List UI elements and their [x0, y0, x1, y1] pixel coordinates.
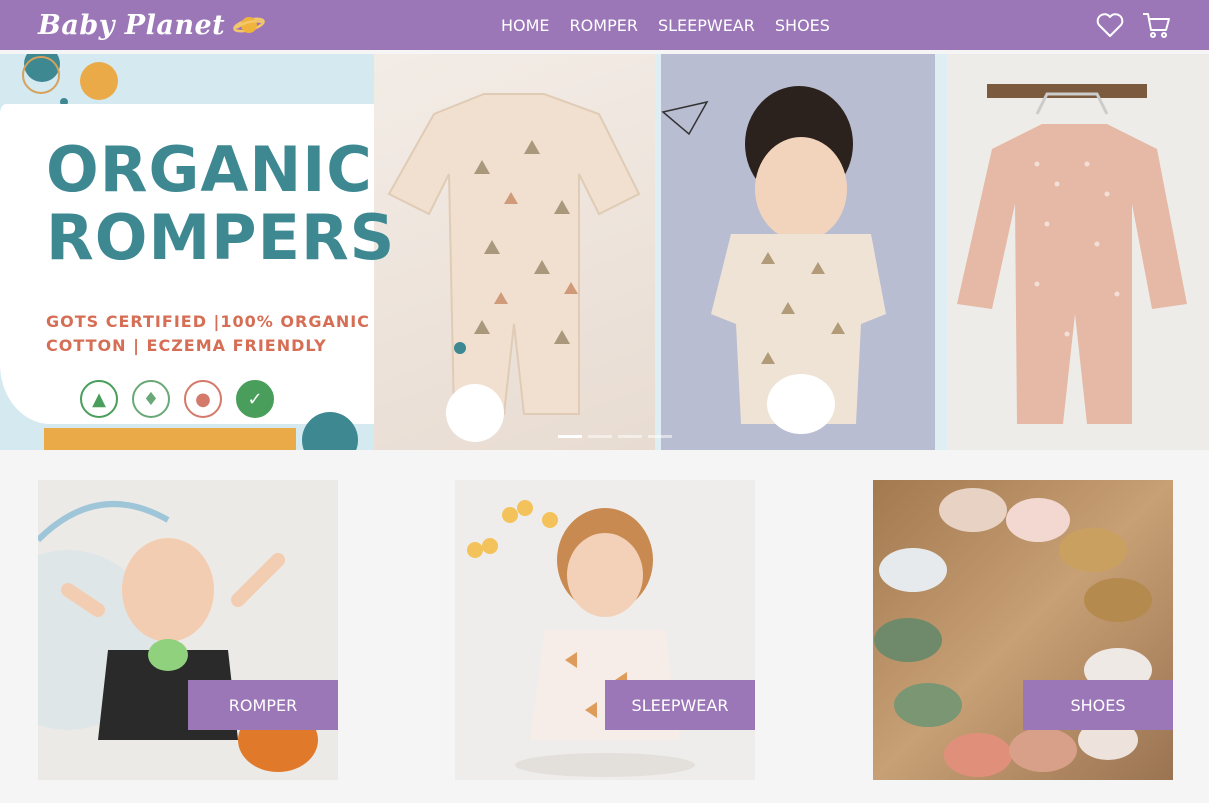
slider-indicators [558, 435, 678, 438]
paper-plane-icon [661, 100, 709, 136]
decor-ring [22, 56, 60, 94]
logo-text: Baby Planet [38, 9, 226, 41]
hero-headline: ORGANIC ROMPERS [46, 133, 396, 275]
baby-badge-icon: ● [184, 380, 222, 418]
sleepwear-category-photo [467, 500, 695, 777]
top-navbar: Baby Planet HOME ROMPER SLEEPWEAR SHOES [0, 0, 1209, 50]
decor-dot [454, 342, 466, 354]
logo[interactable]: Baby Planet [38, 6, 265, 44]
category-label-shoes[interactable]: SHOES [1023, 680, 1173, 730]
category-card-shoes[interactable]: SHOES [873, 480, 1173, 780]
slider-indicator-1[interactable] [558, 435, 582, 438]
decor-dot [80, 62, 118, 100]
slider-indicator-4[interactable] [648, 435, 672, 438]
hero-subline-line2: COTTON | ECZEMA FRIENDLY [46, 336, 327, 355]
main-menu: HOME ROMPER SLEEPWEAR SHOES [491, 0, 840, 50]
menu-sleepwear[interactable]: SLEEPWEAR [658, 16, 755, 35]
tree-badge-icon: ♦ [132, 380, 170, 418]
hero-subline-line1: GOTS CERTIFIED |100% ORGANIC [46, 312, 370, 331]
decor-dot [446, 384, 504, 442]
slider-indicator-2[interactable] [588, 435, 612, 438]
hero-subline: GOTS CERTIFIED |100% ORGANIC COTTON | EC… [46, 310, 406, 358]
hero-slider[interactable]: ORGANIC ROMPERS GOTS CERTIFIED |100% ORG… [0, 54, 1209, 450]
hero-slide-organic-rompers: ORGANIC ROMPERS GOTS CERTIFIED |100% ORG… [0, 54, 655, 450]
hero-slide-baby-romper [661, 54, 935, 450]
slider-indicator-3[interactable] [618, 435, 642, 438]
baby-photo [661, 86, 886, 434]
hero-headline-line1: ORGANIC [46, 133, 373, 206]
planet-icon [233, 17, 265, 33]
hero-slide-pink-sleepsuit [947, 54, 1209, 450]
sleepsuit-photo [957, 84, 1187, 424]
gots-badge-icon: ▲ [80, 380, 118, 418]
cart-icon[interactable] [1141, 10, 1171, 40]
shoes-category-photo [874, 488, 1152, 777]
heart-icon[interactable] [1095, 10, 1125, 40]
romper-illustration [387, 93, 641, 415]
romper-category-photo [38, 501, 318, 772]
certification-badges: ▲ ♦ ● ✓ [80, 380, 288, 418]
category-card-romper[interactable]: ROMPER [38, 480, 338, 780]
category-label-sleepwear[interactable]: SLEEPWEAR [605, 680, 755, 730]
romper-photo [374, 54, 655, 450]
category-card-sleepwear[interactable]: SLEEPWEAR [455, 480, 755, 780]
eco-badge-icon: ✓ [236, 380, 274, 418]
menu-romper[interactable]: ROMPER [570, 16, 638, 35]
category-label-romper[interactable]: ROMPER [188, 680, 338, 730]
menu-home[interactable]: HOME [501, 16, 550, 35]
hero-cta-bar[interactable] [44, 428, 296, 450]
hero-headline-line2: ROMPERS [46, 201, 396, 275]
menu-shoes[interactable]: SHOES [775, 16, 830, 35]
